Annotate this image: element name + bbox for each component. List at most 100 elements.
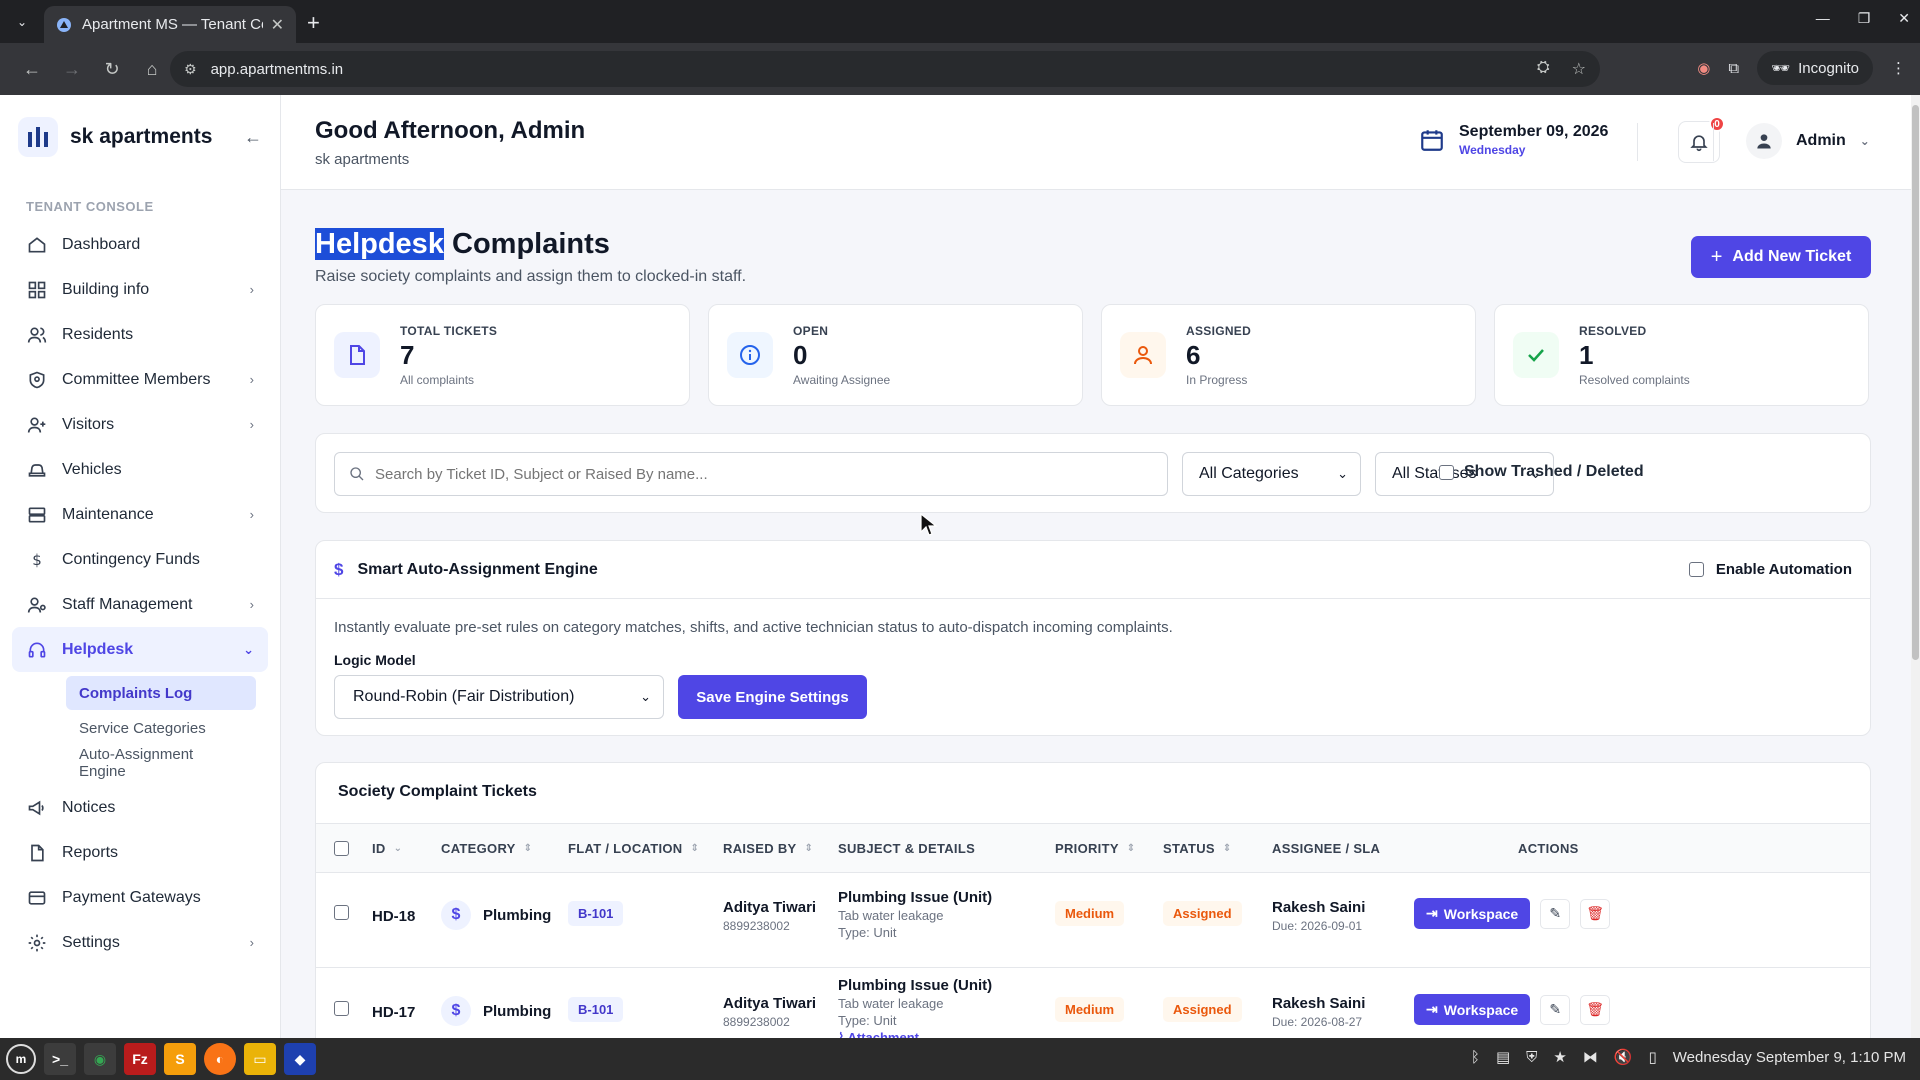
select-all-checkbox[interactable] [334, 841, 349, 856]
stat-value: 0 [793, 339, 808, 370]
chevron-right-icon: › [249, 597, 254, 612]
back-button[interactable]: ← [12, 51, 52, 87]
battery-icon[interactable]: ▯ [1649, 1048, 1657, 1066]
enable-automation-checkbox[interactable] [1688, 562, 1704, 577]
enable-automation-toggle[interactable]: Enable Automation [1688, 561, 1852, 578]
browser-menu-icon[interactable]: ⋮ [1891, 59, 1906, 77]
ticket-subject: Plumbing Issue (Unit) [838, 889, 993, 906]
page-scrollbar[interactable] [1911, 95, 1920, 1038]
card-icon [26, 887, 48, 909]
bluetooth-icon[interactable]: ᛒ [1471, 1049, 1480, 1066]
shield-icon[interactable]: ⛨ [1526, 1049, 1537, 1066]
sidebar-item-vehicles[interactable]: Vehicles [12, 447, 268, 492]
minimize-icon[interactable]: — [1816, 10, 1830, 27]
filezilla-icon[interactable]: Fz [124, 1043, 156, 1075]
collapse-sidebar-icon[interactable]: ← [244, 127, 262, 148]
terminal-icon[interactable]: >_ [44, 1043, 76, 1075]
sublime-icon[interactable]: S [164, 1043, 196, 1075]
reload-button[interactable]: ↻ [92, 51, 132, 87]
user-menu[interactable]: Admin ⌄ [1746, 123, 1870, 159]
column-header-flat-location[interactable]: FLAT / LOCATION ⇕ [568, 841, 699, 856]
incognito-indicator[interactable]: 🕶 Incognito [1757, 51, 1873, 85]
chrome-icon[interactable]: ◉ [84, 1043, 116, 1075]
sidebar-item-staff-management[interactable]: Staff Management › [12, 582, 268, 627]
row-checkbox[interactable] [334, 905, 349, 920]
category-select[interactable]: All Categories ⌄ [1182, 452, 1361, 496]
show-trashed-toggle[interactable]: Show Trashed / Deleted [1439, 463, 1644, 481]
subnav-item-auto-assignment-engine[interactable]: Auto-Assignment Engine [66, 746, 256, 780]
extension-color-icon[interactable]: ◉ [1697, 59, 1710, 77]
ticket-category: $ Plumbing [441, 996, 551, 1026]
save-engine-settings-button[interactable]: Save Engine Settings [678, 675, 867, 719]
network-icon[interactable]: ⧓ [1583, 1048, 1598, 1066]
subnav-item-service-categories[interactable]: Service Categories [66, 711, 256, 745]
workspace-button[interactable]: ⇥ Workspace [1414, 898, 1531, 929]
site-info-icon[interactable]: ⚙ [184, 61, 197, 78]
sidebar-item-helpdesk[interactable]: Helpdesk ⌄ [12, 627, 268, 672]
sidebar-item-payment-gateways[interactable]: Payment Gateways [12, 875, 268, 920]
clock[interactable]: Wednesday September 9, 1:10 PM [1673, 1049, 1906, 1066]
tab-search-button[interactable]: ⌄ [10, 10, 34, 34]
sidebar-item-dashboard[interactable]: Dashboard [12, 222, 268, 267]
close-window-icon[interactable]: ✕ [1898, 10, 1910, 27]
page-subtitle: Raise society complaints and assign them… [315, 268, 747, 285]
sidebar-item-contingency-funds[interactable]: $ Contingency Funds [12, 537, 268, 582]
ticket-id[interactable]: HD-17 [372, 1004, 415, 1021]
toolbar-right: ◉ ⧉ 🕶 Incognito ⋮ [1697, 51, 1906, 85]
attachment-link[interactable]: ⌇ Attachment [838, 1030, 992, 1038]
column-header-id[interactable]: ID ⌄ [372, 841, 402, 856]
restore-icon[interactable]: ❐ [1858, 10, 1871, 27]
row-checkbox[interactable] [334, 1001, 349, 1016]
edit-button[interactable]: ✎ [1540, 898, 1571, 929]
new-tab-button[interactable]: + [307, 10, 320, 36]
volume-muted-icon[interactable]: 🔇 [1614, 1048, 1633, 1066]
column-header-raised-by[interactable]: RAISED BY ⇕ [723, 841, 813, 856]
bookmark-star-icon[interactable]: ☆ [1572, 59, 1586, 79]
delete-button[interactable]: 🗑 [1580, 994, 1611, 1025]
delete-button[interactable]: 🗑 [1580, 898, 1611, 929]
sidebar-item-reports[interactable]: Reports [12, 830, 268, 875]
stat-value: 6 [1186, 339, 1201, 370]
subnav-item-complaints-log[interactable]: Complaints Log [66, 676, 256, 710]
add-new-ticket-button[interactable]: + Add New Ticket [1691, 236, 1871, 278]
sidebar-item-notices[interactable]: Notices [12, 785, 268, 830]
browser-tab[interactable]: Apartment MS — Tenant Co ✕ [44, 6, 296, 43]
logic-model-select[interactable]: Round-Robin (Fair Distribution) ⌄ [334, 675, 664, 719]
ticket-id[interactable]: HD-18 [372, 908, 415, 925]
raised-by-phone: 8899238002 [723, 1015, 790, 1029]
column-header-priority[interactable]: PRIORITY ⇕ [1055, 841, 1135, 856]
star-icon[interactable]: ★ [1553, 1048, 1566, 1066]
sidebar-item-settings[interactable]: Settings › [12, 920, 268, 965]
show-trashed-checkbox[interactable] [1439, 464, 1454, 480]
vscode-icon[interactable]: ◆ [284, 1043, 316, 1075]
sidebar-item-maintenance[interactable]: Maintenance › [12, 492, 268, 537]
clipboard-icon[interactable]: ▤ [1496, 1048, 1510, 1066]
edit-button[interactable]: ✎ [1540, 994, 1571, 1025]
sidebar-item-visitors[interactable]: Visitors › [12, 402, 268, 447]
file-icon [334, 332, 380, 378]
helpdesk-subnav: Complaints Log Service Categories Auto-Ass… [12, 672, 268, 785]
assignee-sla: Rakesh Saini Due: 2026-09-01 [1272, 899, 1365, 933]
dollar-icon: $ [26, 549, 48, 571]
scrollbar-thumb[interactable] [1912, 105, 1919, 660]
sidebar-item-residents[interactable]: Residents [12, 312, 268, 357]
start-menu-icon[interactable]: m [6, 1044, 36, 1074]
sort-icon: ⇕ [804, 843, 814, 854]
column-header-category[interactable]: CATEGORY ⇕ [441, 841, 532, 856]
sidebar-item-committee-members[interactable]: Committee Members › [12, 357, 268, 402]
address-bar[interactable]: ⚙ app.apartmentms.in ⛭ ☆ [170, 51, 1600, 87]
bell-icon [1690, 135, 1708, 152]
firefox-icon[interactable]: ◐ [204, 1043, 236, 1075]
sidebar-item-building-info[interactable]: Building info › [12, 267, 268, 312]
search-box[interactable] [334, 452, 1168, 496]
close-tab-icon[interactable]: ✕ [271, 15, 284, 35]
home-button[interactable]: ⌂ [132, 51, 172, 87]
files-icon[interactable]: ▭ [244, 1043, 276, 1075]
forward-button[interactable]: → [52, 51, 92, 87]
search-input[interactable] [375, 465, 1135, 483]
workspace-button[interactable]: ⇥ Workspace [1414, 994, 1531, 1025]
column-header-status[interactable]: STATUS ⇕ [1163, 841, 1232, 856]
sidebar-item-label: Helpdesk [62, 640, 134, 658]
extensions-puzzle-icon[interactable]: ⧉ [1728, 60, 1739, 77]
translate-icon[interactable]: ⛭ [1537, 59, 1550, 79]
